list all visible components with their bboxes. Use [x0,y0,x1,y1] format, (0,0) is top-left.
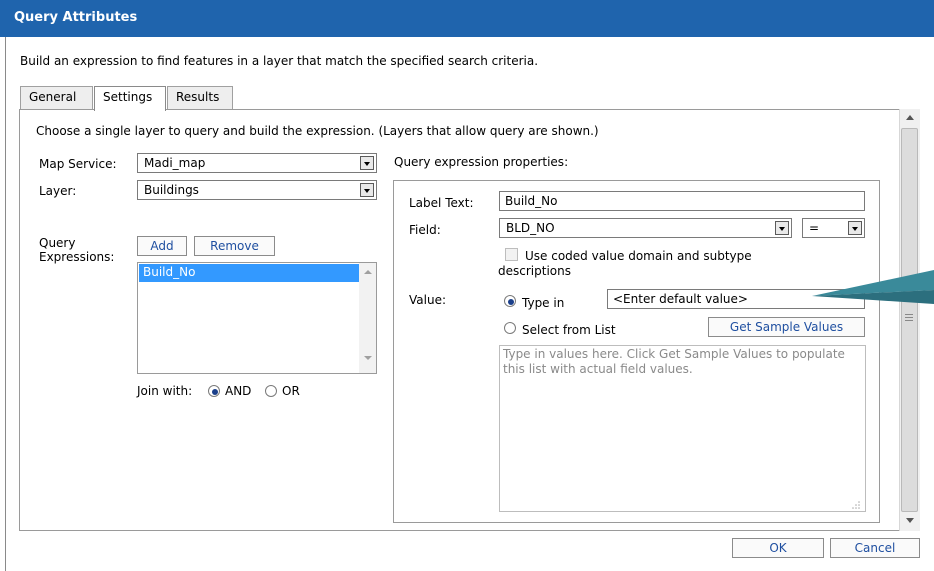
join-with-label: Join with: [137,384,193,398]
chevron-down-icon[interactable] [775,221,789,235]
chevron-down-icon[interactable] [360,156,374,170]
tab-settings[interactable]: Settings [94,86,166,111]
intro-text: Build an expression to find features in … [20,54,539,68]
instruction-text: Choose a single layer to query and build… [36,124,599,138]
select-from-list-label: Select from List [522,323,616,337]
label-text-label: Label Text: [409,196,474,210]
query-expressions-label-2: Expressions: [39,250,115,264]
coded-domain-checkbox[interactable] [505,248,518,261]
coded-domain-label-1: Use coded value domain and subtype [525,249,752,263]
join-or-radio[interactable] [265,385,277,397]
list-item-selected[interactable]: Build_No [139,264,359,282]
values-hint: Type in values here. Click Get Sample Va… [503,347,845,376]
field-value: BLD_NO [506,221,555,235]
query-expressions-label-1: Query [39,236,76,250]
operator-select[interactable]: = [802,218,865,238]
default-value-text: <Enter default value> [613,292,748,306]
layer-label: Layer: [39,184,77,198]
join-and-radio[interactable] [208,385,220,397]
tab-results[interactable]: Results [167,86,233,110]
tab-general-label: General [29,90,77,104]
tab-results-label: Results [176,90,220,104]
field-label: Field: [409,223,441,237]
value-label: Value: [409,293,446,307]
scroll-down-icon[interactable] [364,356,372,360]
dialog-title: Query Attributes [14,10,138,25]
dialog-title-bar: Query Attributes [0,0,934,37]
grip-icon [905,314,913,321]
resize-grip-icon[interactable] [851,499,861,509]
layer-value: Buildings [144,183,199,197]
map-service-select[interactable]: Madi_map [137,153,377,173]
field-select[interactable]: BLD_NO [499,218,792,238]
ok-button[interactable]: OK [732,538,824,558]
map-service-value: Madi_map [144,156,206,170]
scroll-down-icon[interactable] [906,518,914,523]
dialog-left-border [5,37,6,571]
callout-pointer [812,270,934,304]
tab-general[interactable]: General [20,86,93,110]
select-from-list-radio[interactable] [504,322,516,334]
type-in-label: Type in [522,296,565,310]
join-and-label: AND [225,384,252,398]
cancel-button[interactable]: Cancel [830,538,920,558]
remove-button[interactable]: Remove [194,236,275,256]
map-service-label: Map Service: [39,157,117,171]
chevron-down-icon[interactable] [360,183,374,197]
scroll-up-icon[interactable] [364,270,372,274]
type-in-radio[interactable] [504,295,516,307]
coded-domain-label-2: descriptions [498,264,571,278]
values-textarea[interactable]: Type in values here. Click Get Sample Va… [499,345,866,512]
get-sample-values-button[interactable]: Get Sample Values [708,317,865,337]
tab-settings-label: Settings [103,90,153,104]
operator-value: = [809,221,820,235]
label-text-value: Build_No [505,194,558,208]
chevron-down-icon[interactable] [848,221,862,235]
label-text-input[interactable]: Build_No [499,191,865,211]
join-or-label: OR [282,384,300,398]
scroll-up-icon[interactable] [906,115,914,120]
properties-heading: Query expression properties: [394,155,569,169]
add-button[interactable]: Add [137,236,187,256]
layer-select[interactable]: Buildings [137,180,377,200]
